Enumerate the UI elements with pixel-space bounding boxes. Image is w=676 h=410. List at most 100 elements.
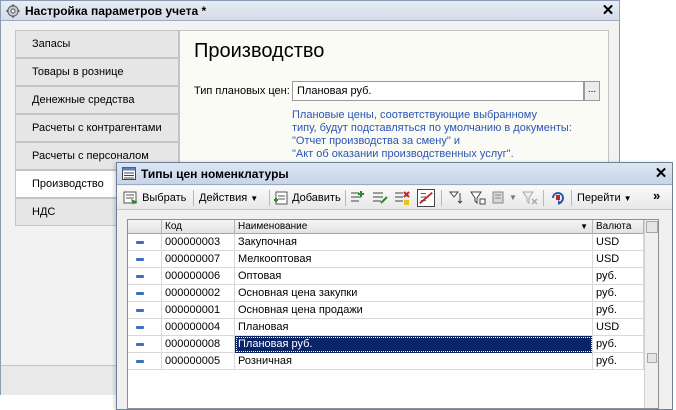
dropdown-arrow-icon[interactable]: ▼ — [509, 188, 517, 208]
column-header-name-label: Наименование — [238, 221, 308, 232]
clear-filter-icon[interactable] — [521, 189, 539, 207]
name-cell: Основная цена закупки — [235, 285, 593, 302]
item-icon — [136, 343, 144, 346]
hint-line: "Акт об оказании производственных услуг"… — [292, 148, 514, 160]
column-header-currency[interactable]: Валюта — [593, 220, 644, 234]
table-row-selected[interactable]: 000000008 Плановая руб. руб. — [128, 336, 644, 353]
add-button[interactable]: Добавить — [273, 188, 341, 208]
add-copy-icon[interactable] — [349, 189, 367, 207]
dropdown-arrow-icon: ▼ — [623, 194, 632, 203]
filter-icon[interactable] — [469, 189, 487, 207]
row-marker-cell — [128, 251, 162, 268]
refresh-icon[interactable] — [549, 189, 567, 207]
table-row[interactable]: 000000003 Закупочная USD — [128, 234, 644, 251]
column-header-code[interactable]: Код — [162, 220, 235, 234]
row-marker-cell — [128, 336, 162, 353]
panel-title: Производство — [194, 40, 325, 62]
scroll-thumb[interactable] — [647, 353, 657, 363]
toolbar-separator — [345, 190, 346, 206]
toolbar-overflow-button[interactable]: » — [653, 188, 660, 208]
table-row[interactable]: 000000002 Основная цена закупки руб. — [128, 285, 644, 302]
add-icon — [274, 191, 288, 205]
toolbar-separator — [441, 190, 442, 206]
price-type-select-button[interactable]: ... — [584, 81, 600, 101]
item-icon — [136, 275, 144, 278]
currency-cell: руб. — [593, 268, 644, 285]
row-marker-cell — [128, 234, 162, 251]
code-cell: 000000003 — [162, 234, 235, 251]
name-cell: Основная цена продажи — [235, 302, 593, 319]
hint-line: типу, будут подставляться по умолчанию в… — [292, 122, 572, 134]
price-types-title: Типы цен номенклатуры — [141, 167, 289, 181]
row-marker-cell — [128, 268, 162, 285]
row-marker-cell — [128, 285, 162, 302]
hint-line: "Отчет производства за смену" и — [292, 135, 460, 147]
close-icon[interactable]: ✕ — [599, 1, 617, 20]
edit-icon[interactable] — [371, 189, 389, 207]
name-cell: Плановая руб. — [235, 336, 593, 353]
select-icon — [123, 191, 138, 206]
code-cell: 000000005 — [162, 353, 235, 370]
toolbar-separator — [543, 190, 544, 206]
currency-cell: руб. — [593, 336, 644, 353]
currency-cell: USD — [593, 319, 644, 336]
select-button[interactable]: Выбрать — [123, 188, 186, 208]
table-row[interactable]: 000000004 Плановая USD — [128, 319, 644, 336]
currency-cell: руб. — [593, 302, 644, 319]
name-cell: Мелкооптовая — [235, 251, 593, 268]
section-item-kontragenty[interactable]: Расчеты с контрагентами — [15, 114, 179, 142]
row-marker-cell — [128, 353, 162, 370]
item-icon — [136, 258, 144, 261]
currency-cell: USD — [593, 234, 644, 251]
item-icon — [136, 292, 144, 295]
catalog-icon — [122, 167, 136, 180]
currency-cell: руб. — [593, 353, 644, 370]
goto-label: Перейти — [577, 192, 621, 204]
price-types-titlebar[interactable]: Типы цен номенклатуры ✕ — [117, 163, 672, 185]
name-cell: Плановая — [235, 319, 593, 336]
table-row[interactable]: 000000006 Оптовая руб. — [128, 268, 644, 285]
table-row[interactable]: 000000007 Мелкооптовая USD — [128, 251, 644, 268]
price-type-field[interactable]: Плановая руб. — [292, 81, 584, 101]
close-icon[interactable]: ✕ — [653, 165, 669, 183]
table-row[interactable]: 000000005 Розничная руб. — [128, 353, 644, 370]
item-icon — [136, 360, 144, 363]
actions-label: Действия — [199, 192, 248, 204]
code-cell: 000000007 — [162, 251, 235, 268]
catalog-toolbar: Выбрать Действия ▼ Добавить ▼ Перейти ▼ … — [117, 186, 672, 210]
name-cell: Розничная — [235, 353, 593, 370]
section-item-dengi[interactable]: Денежные средства — [15, 86, 179, 114]
toolbar-separator — [193, 190, 194, 206]
item-icon — [136, 241, 144, 244]
gear-icon — [6, 4, 20, 18]
scroll-up-button[interactable] — [646, 221, 658, 233]
vertical-scrollbar[interactable] — [644, 220, 658, 408]
code-cell: 000000001 — [162, 302, 235, 319]
code-cell: 000000004 — [162, 319, 235, 336]
section-item-zapasy[interactable]: Запасы — [15, 30, 179, 58]
name-cell: Закупочная — [235, 234, 593, 251]
item-icon — [136, 309, 144, 312]
item-icon — [136, 326, 144, 329]
marker-column-header — [128, 220, 162, 234]
toolbar-separator — [571, 190, 572, 206]
sort-icon[interactable] — [447, 189, 465, 207]
sort-arrow-icon: ▼ — [580, 222, 588, 231]
toolbar-separator — [269, 190, 270, 206]
goto-menu[interactable]: Перейти ▼ — [577, 188, 632, 208]
filter-list-icon[interactable] — [491, 189, 509, 207]
actions-menu[interactable]: Действия ▼ — [199, 188, 258, 208]
code-cell: 000000008 — [162, 336, 235, 353]
row-marker-cell — [128, 302, 162, 319]
section-item-tovary[interactable]: Товары в рознице — [15, 58, 179, 86]
currency-cell: USD — [593, 251, 644, 268]
delete-mark-icon[interactable] — [393, 189, 411, 207]
column-header-name[interactable]: Наименование ▼ — [235, 220, 593, 234]
hint-line: Плановые цены, соответствующие выбранном… — [292, 109, 537, 121]
row-marker-cell — [128, 319, 162, 336]
currency-cell: руб. — [593, 285, 644, 302]
hierarchy-toggle-icon[interactable] — [417, 189, 435, 207]
settings-window-titlebar[interactable]: Настройка параметров учета * ✕ — [1, 1, 619, 21]
table-row[interactable]: 000000001 Основная цена продажи руб. — [128, 302, 644, 319]
price-type-label: Тип плановых цен: — [194, 85, 290, 97]
